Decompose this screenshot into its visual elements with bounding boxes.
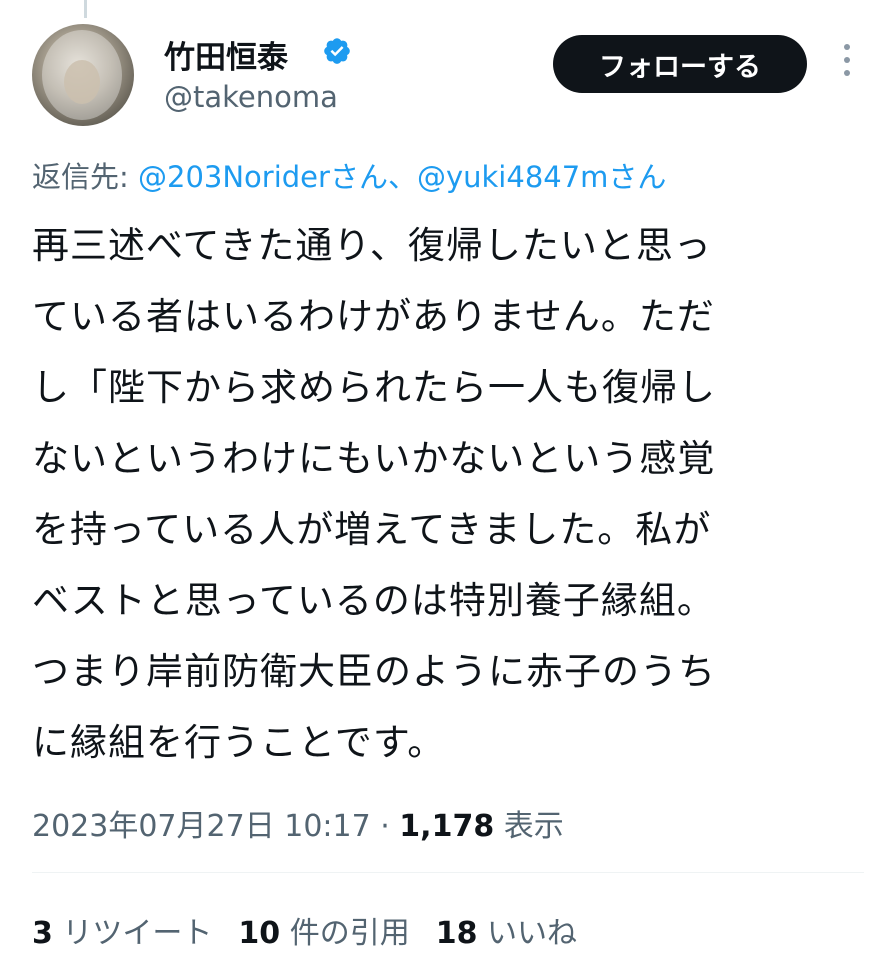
- tweet-timestamp[interactable]: 2023年07月27日 10:17: [32, 809, 371, 844]
- display-name[interactable]: 竹田恒泰: [164, 32, 288, 77]
- tweet-line: ベストと思っているのは特別養子縁組。: [32, 579, 715, 622]
- reply-to-line: 返信先: @203Noriderさん、@yuki4847mさん: [32, 154, 666, 196]
- tweet-line: を持っている人が増えてきました。私が: [32, 508, 712, 551]
- tweet-line: つまり岸前防衛大臣のように赤子のうち: [32, 650, 716, 693]
- likes-stat[interactable]: 18 いいね: [436, 916, 577, 951]
- verified-badge-icon: [324, 38, 350, 64]
- avatar-face: [64, 60, 100, 104]
- divider: [32, 872, 864, 873]
- tweet-line: 再三述べてきた通り、復帰したいと思っ: [32, 224, 712, 267]
- tweet-text: 再三述べてきた通り、復帰したいと思っ ている者はいるわけがありません。ただ し「…: [32, 210, 862, 778]
- meta-separator: ·: [370, 809, 400, 844]
- tweet-line: に縁組を行うことです。: [32, 721, 446, 764]
- reply-to-prefix: 返信先:: [32, 160, 138, 194]
- tweet-line: ないというわけにもいかないという感覚: [32, 437, 716, 480]
- tweet-stats: 3 リツイート 10 件の引用 18 いいね: [32, 908, 577, 952]
- tweet-meta: 2023年07月27日 10:17 · 1,178 表示: [32, 801, 564, 845]
- mention-link-2[interactable]: @yuki4847mさん: [417, 160, 666, 194]
- tweet-line: し「陛下から求められたら一人も復帰し: [32, 366, 716, 409]
- views-count: 1,178: [399, 809, 495, 844]
- quotes-stat[interactable]: 10 件の引用: [238, 916, 409, 951]
- thread-connector-line: [84, 0, 87, 18]
- follow-button[interactable]: フォローする: [553, 35, 807, 93]
- avatar[interactable]: [32, 24, 134, 126]
- user-handle[interactable]: @takenoma: [164, 80, 338, 114]
- views-label: 表示: [494, 809, 564, 844]
- more-options-icon[interactable]: [836, 44, 858, 84]
- mention-link-1[interactable]: @203Noriderさん、: [138, 160, 417, 194]
- tweet-line: ている者はいるわけがありません。ただ: [32, 295, 715, 338]
- retweets-stat[interactable]: 3 リツイート: [32, 916, 212, 951]
